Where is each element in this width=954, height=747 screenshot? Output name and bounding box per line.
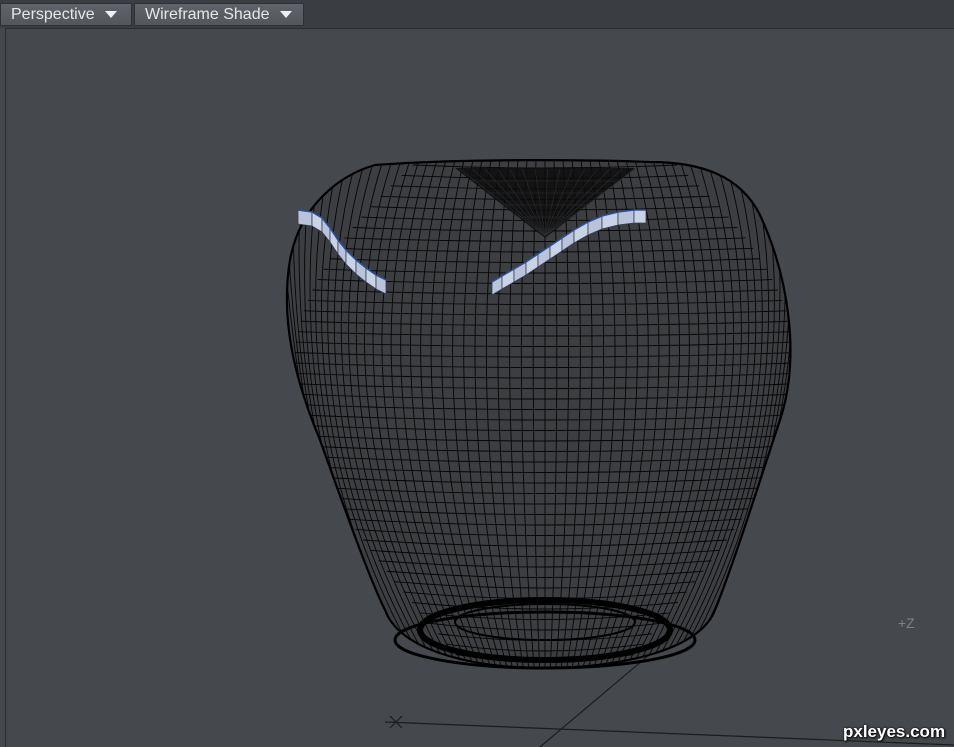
scene-canvas[interactable] <box>0 0 954 747</box>
axis-label-z: +Z <box>898 615 915 631</box>
modeler-window: Perspective Wireframe Shade +Z pxleyes.c… <box>0 0 954 747</box>
apple-wireframe-mesh[interactable] <box>275 159 815 672</box>
watermark: pxleyes.com <box>843 722 946 741</box>
